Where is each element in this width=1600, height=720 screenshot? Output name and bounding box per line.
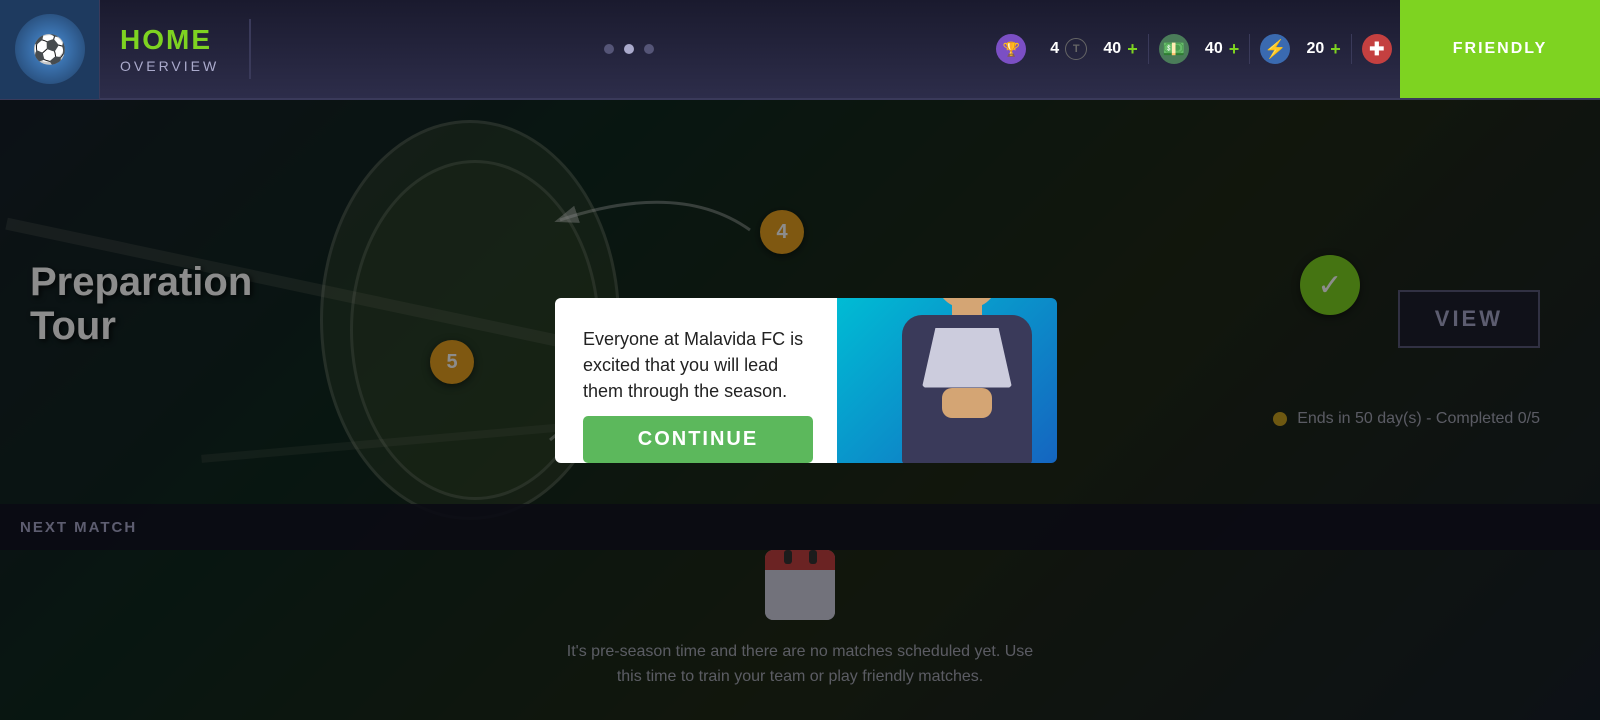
stat-value-2: 40	[1195, 40, 1223, 58]
continue-button[interactable]: CONTINUE	[583, 416, 813, 463]
stat-group-2: 💵	[1159, 34, 1189, 64]
modal-text-area: Everyone at Malavida FC is excited that …	[555, 298, 837, 463]
sep-2	[1249, 34, 1250, 64]
stat-group-4: ✚	[1362, 34, 1392, 64]
dot-2[interactable]	[624, 44, 634, 54]
stat-value-1b: 40	[1093, 40, 1121, 58]
stat-group-1: 🏆 4	[996, 34, 1059, 64]
modal-message: Everyone at Malavida FC is excited that …	[583, 326, 813, 404]
stat-group-3: ⚡	[1260, 34, 1290, 64]
stat-value-1: 4	[1031, 40, 1059, 58]
friendly-button[interactable]: FRIENDLY	[1400, 0, 1600, 98]
dot-3[interactable]	[644, 44, 654, 54]
stat-t-icon: T	[1065, 38, 1087, 60]
stat-value-3: 20	[1296, 40, 1324, 58]
stat-icon-2: 💵	[1159, 34, 1189, 64]
club-logo: ⚽	[0, 0, 100, 99]
stat-icon-4: ✚	[1362, 34, 1392, 64]
modal-dialog: Everyone at Malavida FC is excited that …	[555, 298, 1045, 463]
title-section: HOME OVERVIEW	[100, 24, 239, 74]
stat-icon-1: 🏆	[996, 34, 1026, 64]
dots-container	[261, 44, 996, 54]
stat-plus-3[interactable]: +	[1330, 39, 1341, 60]
dot-1[interactable]	[604, 44, 614, 54]
sep-1	[1148, 34, 1149, 64]
top-bar: ⚽ HOME OVERVIEW 🏆 4 T 40 + 💵 40 + ⚡ 20	[0, 0, 1600, 100]
main-content: 4 5 ✓ Preparation Tour VIEW Ends in 50 d…	[0, 100, 1600, 720]
stat-icon-3: ⚡	[1260, 34, 1290, 64]
page-subtitle: OVERVIEW	[120, 58, 219, 74]
club-logo-icon: ⚽	[15, 14, 85, 84]
manager-figure	[877, 298, 1057, 463]
title-divider	[249, 19, 251, 79]
modal-overlay: Everyone at Malavida FC is excited that …	[0, 100, 1600, 720]
manager-hands	[942, 388, 992, 418]
sep-3	[1351, 34, 1352, 64]
stat-plus-2[interactable]: +	[1229, 39, 1240, 60]
manager-shirt	[922, 328, 1012, 388]
manager-area	[837, 298, 1057, 463]
page-title: HOME	[120, 24, 219, 56]
stat-plus-1[interactable]: +	[1127, 39, 1138, 60]
